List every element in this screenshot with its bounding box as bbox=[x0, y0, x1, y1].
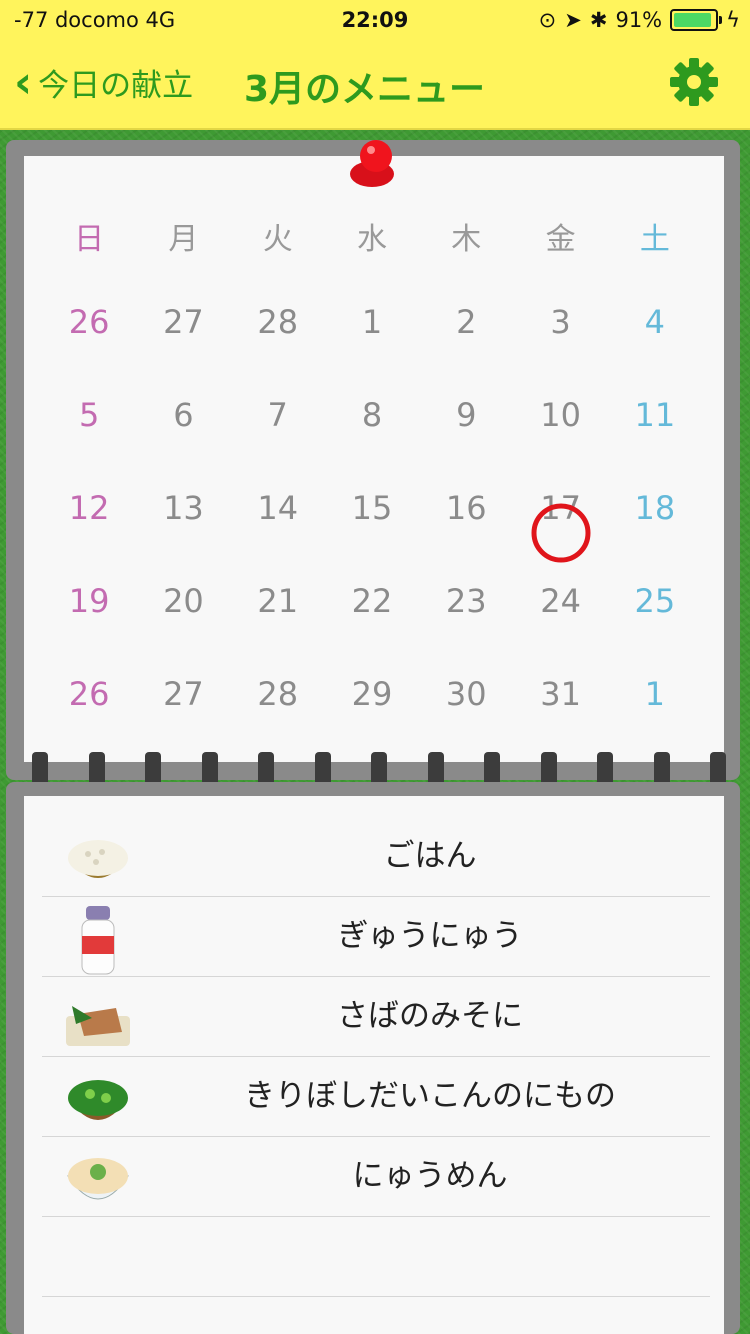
battery-fill bbox=[674, 13, 711, 27]
noodle-bowl-icon bbox=[67, 1158, 129, 1200]
calendar-day[interactable]: 12 bbox=[42, 486, 136, 579]
calendar-day[interactable]: 22 bbox=[325, 579, 419, 672]
menu-item-label: にゅうめん bbox=[352, 1158, 508, 1194]
bluetooth-icon: ✱ bbox=[589, 8, 608, 32]
calendar-day[interactable]: 14 bbox=[231, 486, 325, 579]
menu-item[interactable]: さばのみそに bbox=[42, 976, 710, 1057]
back-label: 今日の献立 bbox=[38, 68, 194, 104]
navigation-bar: ‹ 今日の献立 3月のメニュー bbox=[0, 50, 750, 114]
calendar-day[interactable]: 11 bbox=[608, 393, 702, 486]
calendar-day[interactable]: 10 bbox=[513, 393, 607, 486]
calendar-day[interactable]: 9 bbox=[419, 393, 513, 486]
pushpin-icon bbox=[350, 140, 394, 187]
calendar-day[interactable]: 16 bbox=[419, 486, 513, 579]
vegetable-bowl-icon bbox=[68, 1080, 128, 1120]
battery-icon bbox=[670, 9, 723, 31]
weekday-label: 金 bbox=[545, 222, 576, 257]
menu-item[interactable]: ぎゅうにゅう bbox=[42, 896, 710, 977]
calendar-day[interactable]: 1 bbox=[325, 300, 419, 393]
weekday-label: 木 bbox=[451, 222, 482, 257]
calendar-day[interactable]: 28 bbox=[231, 300, 325, 393]
menu-item-label: ぎゅうにゅう bbox=[337, 918, 523, 954]
calendar-day[interactable]: 6 bbox=[136, 393, 230, 486]
location-icon: ➤ bbox=[564, 8, 582, 32]
menu-item-label: きりぼしだいこんのにもの bbox=[244, 1078, 616, 1114]
today-circle-icon bbox=[531, 503, 591, 562]
calendar-day[interactable]: 8 bbox=[325, 393, 419, 486]
calendar-day[interactable]: 19 bbox=[42, 579, 136, 672]
calendar-day[interactable]: 4 bbox=[608, 300, 702, 393]
rotation-lock-icon: ⊙ bbox=[538, 8, 557, 32]
calendar-day[interactable]: 5 bbox=[42, 393, 136, 486]
menu-item-label: ごはん bbox=[383, 838, 477, 874]
weekday-label: 月 bbox=[168, 222, 199, 257]
weekday-header: 日月火水木金土 bbox=[42, 214, 702, 258]
calendar-day[interactable]: 13 bbox=[136, 486, 230, 579]
weekday-label: 日 bbox=[74, 222, 105, 257]
calendar-day[interactable]: 18 bbox=[608, 486, 702, 579]
header-bar: -77 docomo 4G 22:09 ⊙ ➤ ✱ 91% ϟ ‹ 今日の献立 … bbox=[0, 0, 750, 130]
gear-icon[interactable] bbox=[668, 56, 720, 108]
calendar-day[interactable]: 7 bbox=[231, 393, 325, 486]
milk-bottle-icon bbox=[81, 906, 115, 975]
calendar-day[interactable]: 3 bbox=[513, 300, 607, 393]
calendar-day[interactable]: 15 bbox=[325, 486, 419, 579]
calendar-day[interactable]: 20 bbox=[136, 579, 230, 672]
calendar-day[interactable]: 26 bbox=[42, 300, 136, 393]
calendar-day[interactable]: 24 bbox=[513, 579, 607, 672]
weekday-label: 水 bbox=[356, 222, 387, 257]
menu-empty-row bbox=[42, 1216, 710, 1297]
calendar-grid: 26 27 28 1 2 3 4 5 6 7 8 9 10 11 12 13 14 15 16 17 18 19 20 21 2… bbox=[42, 300, 702, 765]
status-right: ⊙ ➤ ✱ 91% ϟ bbox=[539, 8, 740, 32]
menu-item[interactable]: きりぼしだいこんのにもの bbox=[42, 1056, 710, 1137]
fish-dish-icon bbox=[66, 1006, 130, 1046]
chevron-left-icon: ‹ bbox=[14, 56, 33, 108]
menu-item-label: さばのみそに bbox=[337, 998, 523, 1034]
weekday-label: 火 bbox=[262, 222, 293, 257]
battery-percent: 91% bbox=[615, 8, 663, 32]
calendar-day[interactable]: 17 bbox=[513, 486, 607, 579]
menu-item[interactable]: ごはん bbox=[42, 816, 710, 897]
weekday-label: 土 bbox=[639, 222, 670, 257]
calendar-day[interactable]: 2 bbox=[419, 300, 513, 393]
calendar-day[interactable]: 25 bbox=[608, 579, 702, 672]
status-bar: -77 docomo 4G 22:09 ⊙ ➤ ✱ 91% ϟ bbox=[0, 8, 750, 34]
calendar-day[interactable]: 23 bbox=[419, 579, 513, 672]
page-title: 3月のメニュー bbox=[244, 69, 486, 110]
rice-bowl-icon bbox=[68, 840, 128, 878]
menu-item[interactable]: にゅうめん bbox=[42, 1136, 710, 1217]
menu-card: ごはん ぎゅうにゅう さばのみそに きりぼしだいこんのにもの にゅうめん bbox=[24, 796, 724, 1334]
back-button[interactable]: ‹ 今日の献立 bbox=[14, 60, 193, 105]
calendar-day[interactable]: 27 bbox=[136, 300, 230, 393]
charging-icon: ϟ bbox=[726, 8, 740, 32]
calendar-day[interactable]: 21 bbox=[231, 579, 325, 672]
